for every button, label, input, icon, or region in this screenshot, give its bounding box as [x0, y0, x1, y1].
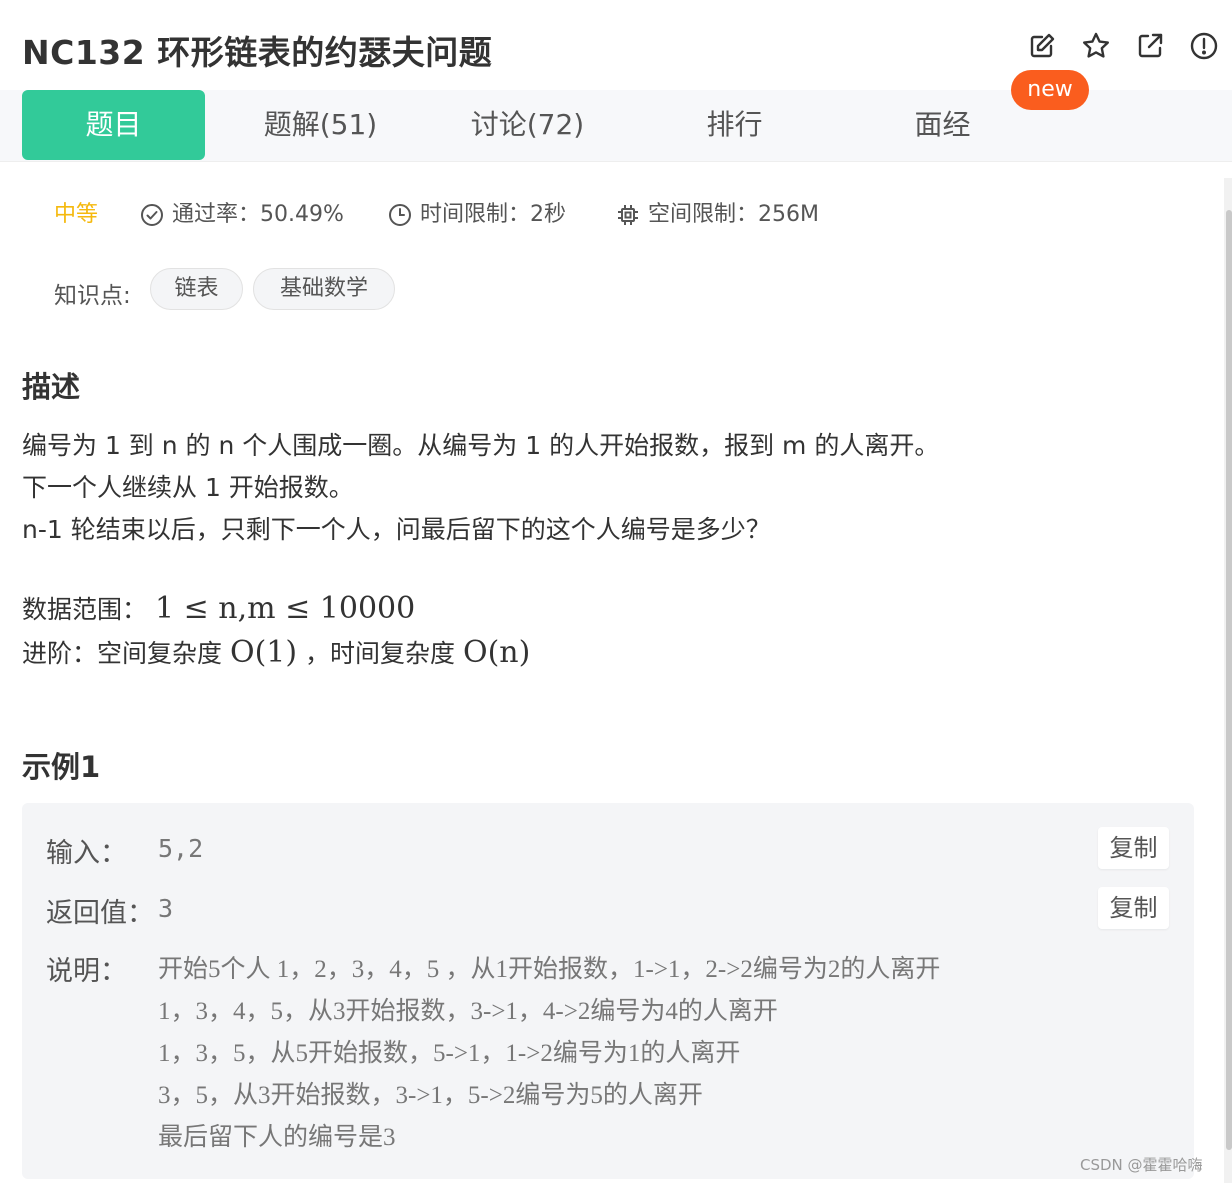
- advanced-label: 进阶：空间复杂度: [22, 639, 223, 668]
- watermark: CSDN @霍霍哈嗨: [1080, 1156, 1203, 1174]
- alert-icon[interactable]: [1188, 30, 1220, 62]
- pass-rate: 通过率：50.49%: [140, 198, 344, 232]
- explain-line-2: 1，3，4，5，从3开始报数，3->1，4->2编号为4的人离开: [158, 998, 778, 1025]
- pass-rate-label: 通过率：50.49%: [172, 202, 344, 227]
- copy-return-button[interactable]: 复制: [1098, 887, 1169, 929]
- tab-discussion[interactable]: 讨论(72): [436, 90, 619, 160]
- tag-basic-math[interactable]: 基础数学: [253, 268, 395, 310]
- time-limit-label: 时间限制：2秒: [420, 202, 566, 227]
- difficulty-badge: 中等: [54, 198, 98, 232]
- new-badge: new: [1011, 70, 1089, 110]
- space-limit-label: 空间限制：256M: [648, 202, 819, 227]
- star-icon[interactable]: [1080, 30, 1112, 62]
- difficulty-label: 中等: [54, 202, 99, 227]
- description-line-1: 编号为 1 到 n 的 n 个人围成一圈。从编号为 1 的人开始报数，报到 m …: [22, 431, 940, 460]
- explain-line-4: 3，5，从3开始报数，3->1，5->2编号为5的人离开: [158, 1082, 703, 1109]
- scrollbar-thumb[interactable]: [1226, 210, 1232, 1150]
- check-circle-icon: [141, 204, 163, 226]
- explain-line-3: 1，3，5，从5开始报数，5->1，1->2编号为1的人离开: [158, 1040, 741, 1067]
- input-value: 5,2: [158, 834, 204, 863]
- example-heading: 示例1: [22, 750, 101, 784]
- explain-line-5: 最后留下人的编号是3: [158, 1124, 396, 1151]
- clock-icon: [389, 204, 411, 226]
- explain-label: 说明：: [46, 956, 127, 987]
- return-value: 3: [158, 894, 174, 923]
- advanced-requirement: 进阶：空间复杂度 O(1) ，时间复杂度 O(n): [22, 634, 530, 670]
- title-actions: [1026, 30, 1226, 64]
- space-complexity: O(1): [229, 635, 298, 670]
- data-range-label: 数据范围：: [22, 595, 148, 624]
- copy-input-button[interactable]: 复制: [1098, 827, 1169, 869]
- time-limit: 时间限制：2秒: [388, 198, 566, 232]
- description-heading: 描述: [22, 370, 81, 404]
- tag-linked-list[interactable]: 链表: [150, 268, 243, 310]
- tab-interview[interactable]: 面经: [851, 90, 1034, 160]
- data-range: 数据范围： 1 ≤ n,m ≤ 10000: [22, 590, 415, 626]
- space-limit: 空间限制：256M: [616, 198, 819, 232]
- edit-icon[interactable]: [1026, 30, 1058, 62]
- tab-solutions[interactable]: 题解(51): [229, 90, 412, 160]
- time-complexity: O(n): [462, 635, 531, 670]
- description-line-2: 下一个人继续从 1 开始报数。: [22, 473, 354, 502]
- description-line-3: n-1 轮结束以后，只剩下一个人，问最后留下的这个人编号是多少？: [22, 515, 771, 544]
- input-label: 输入：: [46, 838, 127, 869]
- data-range-math: 1 ≤ n,m ≤ 10000: [154, 591, 416, 626]
- tab-problem[interactable]: 题目: [22, 90, 205, 160]
- knowledge-label: 知识点:: [54, 283, 131, 309]
- example-box: 输入： 5,2 复制 返回值： 3 复制 说明： 开始5个人 1，2，3，4，5…: [22, 803, 1194, 1179]
- advanced-middle: ，时间复杂度: [305, 639, 456, 668]
- chip-icon: [618, 205, 638, 225]
- return-label: 返回值：: [46, 898, 154, 929]
- tab-ranking[interactable]: 排行: [643, 90, 826, 160]
- page-title: NC132 环形链表的约瑟夫问题: [22, 33, 493, 72]
- external-link-icon[interactable]: [1134, 30, 1166, 62]
- explain-line-1: 开始5个人 1，2，3，4，5 ，从1开始报数，1->1，2->2编号为2的人离…: [158, 956, 941, 983]
